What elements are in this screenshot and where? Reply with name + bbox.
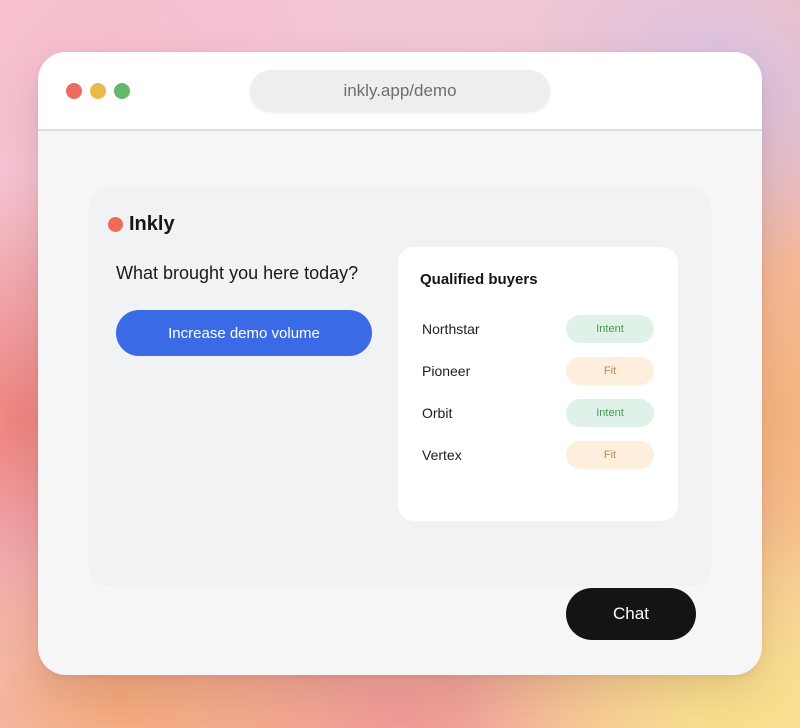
buyer-name: Orbit [422, 405, 453, 421]
maximize-window-button[interactable] [114, 83, 130, 99]
demo-widget-card: Inkly What brought you here today? Incre… [88, 187, 712, 587]
list-item: Northstar Intent [422, 315, 654, 343]
brand-dot-icon [108, 217, 123, 232]
panel-title: Qualified buyers [420, 271, 538, 288]
buyer-name: Pioneer [422, 363, 471, 379]
prompt-question: What brought you here today? [116, 263, 359, 283]
fit-tag: Fit [566, 357, 654, 385]
close-window-button[interactable] [66, 83, 82, 99]
address-bar[interactable]: inkly.app/demo [250, 70, 550, 112]
buyer-name: Northstar [422, 321, 480, 337]
buyer-name: Vertex [422, 447, 462, 463]
intent-tag: Intent [566, 315, 654, 343]
qualified-buyers-panel: Qualified buyers Northstar Intent Pionee… [398, 247, 678, 521]
fit-tag: Fit [566, 441, 654, 469]
list-item: Pioneer Fit [422, 357, 654, 385]
brand-logo: Inkly [108, 213, 175, 236]
chat-button[interactable]: Chat [566, 588, 696, 640]
intent-tag: Intent [566, 399, 654, 427]
brand-name: Inkly [129, 213, 175, 235]
browser-titlebar: inkly.app/demo [38, 52, 762, 131]
minimize-window-button[interactable] [90, 83, 106, 99]
browser-window: inkly.app/demo Inkly What brought you he… [38, 52, 762, 675]
list-item: Orbit Intent [422, 399, 654, 427]
increase-demo-volume-button[interactable]: Increase demo volume [116, 310, 372, 356]
list-item: Vertex Fit [422, 441, 654, 469]
